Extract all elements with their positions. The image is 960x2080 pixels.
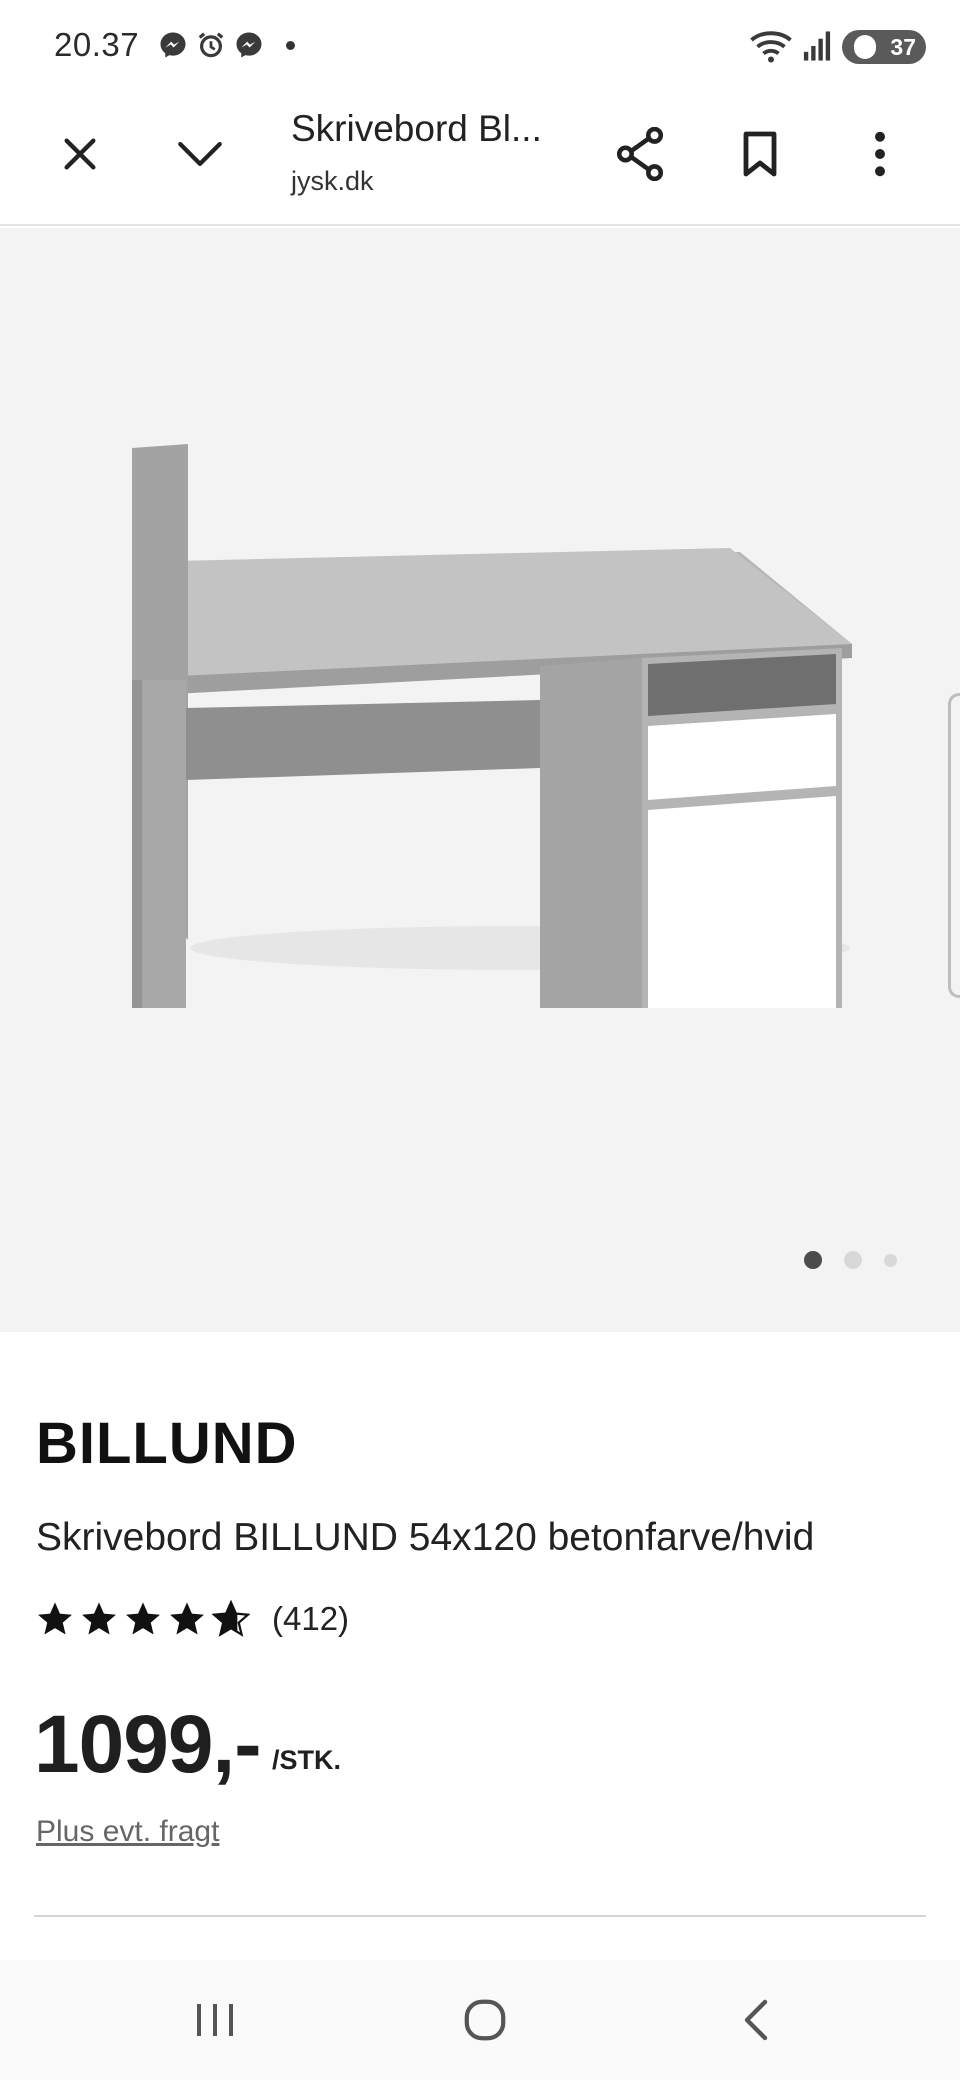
share-icon: [616, 127, 664, 181]
battery-level: 37: [890, 33, 916, 60]
product-name: Skrivebord BILLUND 54x120 betonfarve/hvi…: [36, 1516, 815, 1559]
section-divider: [34, 1915, 926, 1917]
custom-tab-toolbar: Skrivebord Bl... jysk.dk: [0, 90, 960, 226]
star-full-icon: [170, 1602, 204, 1635]
more-vert-icon: [875, 131, 885, 177]
pagination-dot-active[interactable]: [804, 1251, 822, 1269]
edge-scroll-handle[interactable]: [948, 693, 960, 998]
messenger-icon: [236, 32, 262, 58]
more-options-button[interactable]: [840, 114, 920, 194]
minimize-button[interactable]: [160, 114, 240, 194]
star-full-icon: [38, 1602, 72, 1635]
bookmark-icon: [743, 131, 777, 177]
back-icon: [744, 1999, 768, 2041]
page-domain[interactable]: jysk.dk: [291, 166, 374, 197]
signal-icon: [803, 31, 831, 61]
dot-icon: [286, 40, 295, 50]
messenger-icon: [160, 32, 186, 58]
share-button[interactable]: [600, 114, 680, 194]
home-icon: [464, 1999, 506, 2041]
alarm-icon: [198, 32, 224, 58]
product-price: 1099,-: [34, 1699, 262, 1790]
product-image-gallery[interactable]: [0, 228, 960, 1332]
page-title[interactable]: Skrivebord Bl...: [291, 108, 571, 150]
bookmark-button[interactable]: [720, 114, 800, 194]
star-full-icon: [126, 1602, 160, 1635]
gallery-pagination: [804, 1251, 897, 1269]
close-button[interactable]: [40, 114, 120, 194]
notification-icons: [158, 30, 295, 60]
battery-icon: 37: [842, 30, 926, 64]
system-status: 37: [740, 26, 960, 66]
product-image-desk: [132, 444, 852, 1008]
bolt-icon: [854, 35, 876, 59]
pagination-dot[interactable]: [844, 1251, 862, 1269]
product-brand: BILLUND: [36, 1411, 298, 1476]
system-navigation-bar: [0, 1960, 960, 2080]
recents-icon: [197, 2004, 233, 2036]
home-button[interactable]: [430, 1982, 540, 2058]
review-count[interactable]: (412): [272, 1600, 349, 1638]
product-rating[interactable]: (412): [36, 1600, 349, 1638]
wifi-icon: [750, 31, 792, 63]
pagination-dot[interactable]: [884, 1253, 897, 1267]
close-icon: [64, 138, 96, 170]
status-time: 20.37: [54, 26, 140, 63]
rating-stars: [36, 1600, 250, 1638]
status-bar: 20.37 37: [0, 0, 960, 90]
recents-button[interactable]: [160, 1982, 270, 2058]
star-full-icon: [82, 1602, 116, 1635]
shipping-note-link[interactable]: Plus evt. fragt: [36, 1815, 219, 1849]
star-partial-icon: [212, 1600, 250, 1637]
back-button[interactable]: [700, 1982, 810, 2058]
chevron-down-icon: [178, 142, 222, 166]
price-unit: /STK.: [272, 1745, 342, 1775]
